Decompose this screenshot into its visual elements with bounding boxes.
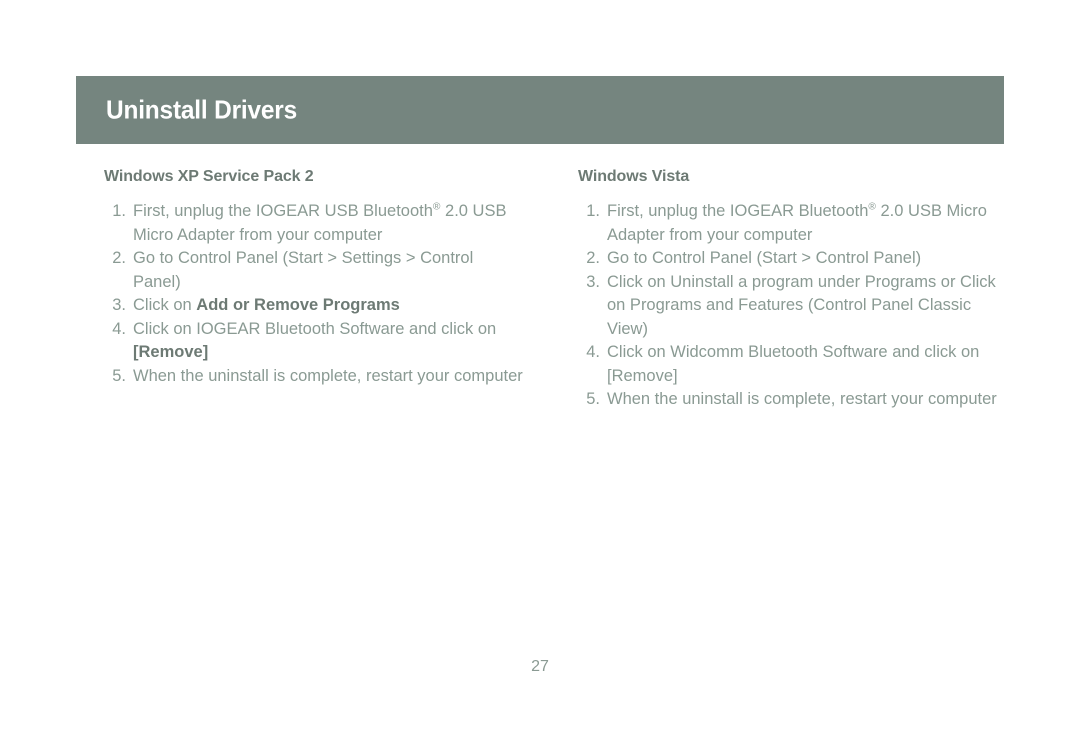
- column-windows-xp: Windows XP Service Pack 2 1. First, unplu…: [104, 168, 524, 388]
- plain-text: When the uninstall is complete, restart …: [133, 366, 523, 385]
- step-text: First, unplug the IOGEAR Bluetooth® 2.0 …: [607, 200, 998, 247]
- step-number: 3.: [586, 272, 600, 291]
- plain-text: Go to Control Panel (Start > Control Pan…: [607, 249, 922, 267]
- document-page: Uninstall Drivers Windows XP Service Pac…: [0, 0, 1080, 752]
- plain-text: First, unplug the IOGEAR USB Bluetooth: [133, 202, 433, 220]
- step-text: Click on Uninstall a program under Progr…: [607, 271, 998, 342]
- emphasis-text: [Remove]: [133, 343, 209, 361]
- step-number: 1.: [112, 202, 126, 220]
- plain-text: Click on: [133, 296, 197, 314]
- step-item: 3. Click on Uninstall a program under Pro…: [578, 271, 998, 342]
- column-heading-windows-xp: Windows XP Service Pack 2: [104, 168, 314, 185]
- step-number: 2.: [112, 249, 126, 267]
- steps-list-windows-xp: 1. First, unplug the IOGEAR USB Bluetooth…: [104, 200, 524, 388]
- step-text: First, unplug the IOGEAR USB Bluetooth® …: [133, 200, 524, 247]
- step-item: 2. Go to Control Panel (Start > Settings …: [104, 247, 524, 294]
- step-text: Click on Widcomm Bluetooth Software and …: [607, 341, 998, 388]
- step-item: 1. First, unplug the IOGEAR Bluetooth® 2.…: [578, 200, 998, 247]
- steps-list-windows-vista: 1. First, unplug the IOGEAR Bluetooth® 2.…: [578, 200, 998, 412]
- section-header-banner: Uninstall Drivers: [76, 76, 1004, 144]
- step-text: Click on IOGEAR Bluetooth Software and c…: [133, 318, 524, 365]
- column-windows-vista: Windows Vista 1. First, unplug the IOGEAR…: [578, 168, 998, 412]
- step-text: Go to Control Panel (Start > Control Pan…: [607, 247, 998, 271]
- registered-trademark-symbol: ®: [868, 201, 876, 213]
- step-item: 5. When the uninstall is complete, restar…: [578, 388, 998, 412]
- plain-text: Click on IOGEAR Bluetooth Software and c…: [133, 319, 497, 338]
- step-item: 3. Click on Add or Remove Programs: [104, 294, 524, 318]
- plain-text: When the uninstall is complete, restart …: [607, 390, 997, 408]
- step-text: When the uninstall is complete, restart …: [607, 388, 998, 412]
- page-title-text: Uninstall Drivers: [106, 94, 298, 125]
- step-number: 4.: [112, 319, 126, 338]
- step-item: 5. When the uninstall is complete, restar…: [104, 365, 524, 389]
- page-title: Uninstall Drivers: [106, 95, 309, 126]
- step-number: 4.: [586, 343, 600, 361]
- step-number: 5.: [112, 366, 126, 385]
- step-text: Click on Add or Remove Programs: [133, 294, 524, 318]
- column-heading-windows-vista: Windows Vista: [578, 168, 690, 185]
- plain-text: Go to Control Panel (Start > Settings > …: [133, 249, 474, 291]
- step-number: 1.: [586, 202, 600, 220]
- plain-text: Click on Uninstall a program under Progr…: [607, 272, 996, 338]
- step-text: When the uninstall is complete, restart …: [133, 365, 524, 389]
- step-item: 4. Click on Widcomm Bluetooth Software an…: [578, 341, 998, 388]
- step-number: 2.: [586, 249, 600, 267]
- step-item: 2. Go to Control Panel (Start > Control P…: [578, 247, 998, 271]
- step-text: Go to Control Panel (Start > Settings > …: [133, 247, 524, 294]
- plain-text: Click on Widcomm Bluetooth Software and …: [607, 343, 980, 385]
- step-number: 5.: [586, 390, 600, 408]
- step-number: 3.: [112, 296, 126, 314]
- step-item: 1. First, unplug the IOGEAR USB Bluetooth…: [104, 200, 524, 247]
- page-number: 27: [531, 658, 549, 675]
- plain-text: First, unplug the IOGEAR Bluetooth: [607, 202, 869, 220]
- emphasis-text: Add or Remove Programs: [196, 296, 400, 314]
- step-item: 4. Click on IOGEAR Bluetooth Software and…: [104, 318, 524, 365]
